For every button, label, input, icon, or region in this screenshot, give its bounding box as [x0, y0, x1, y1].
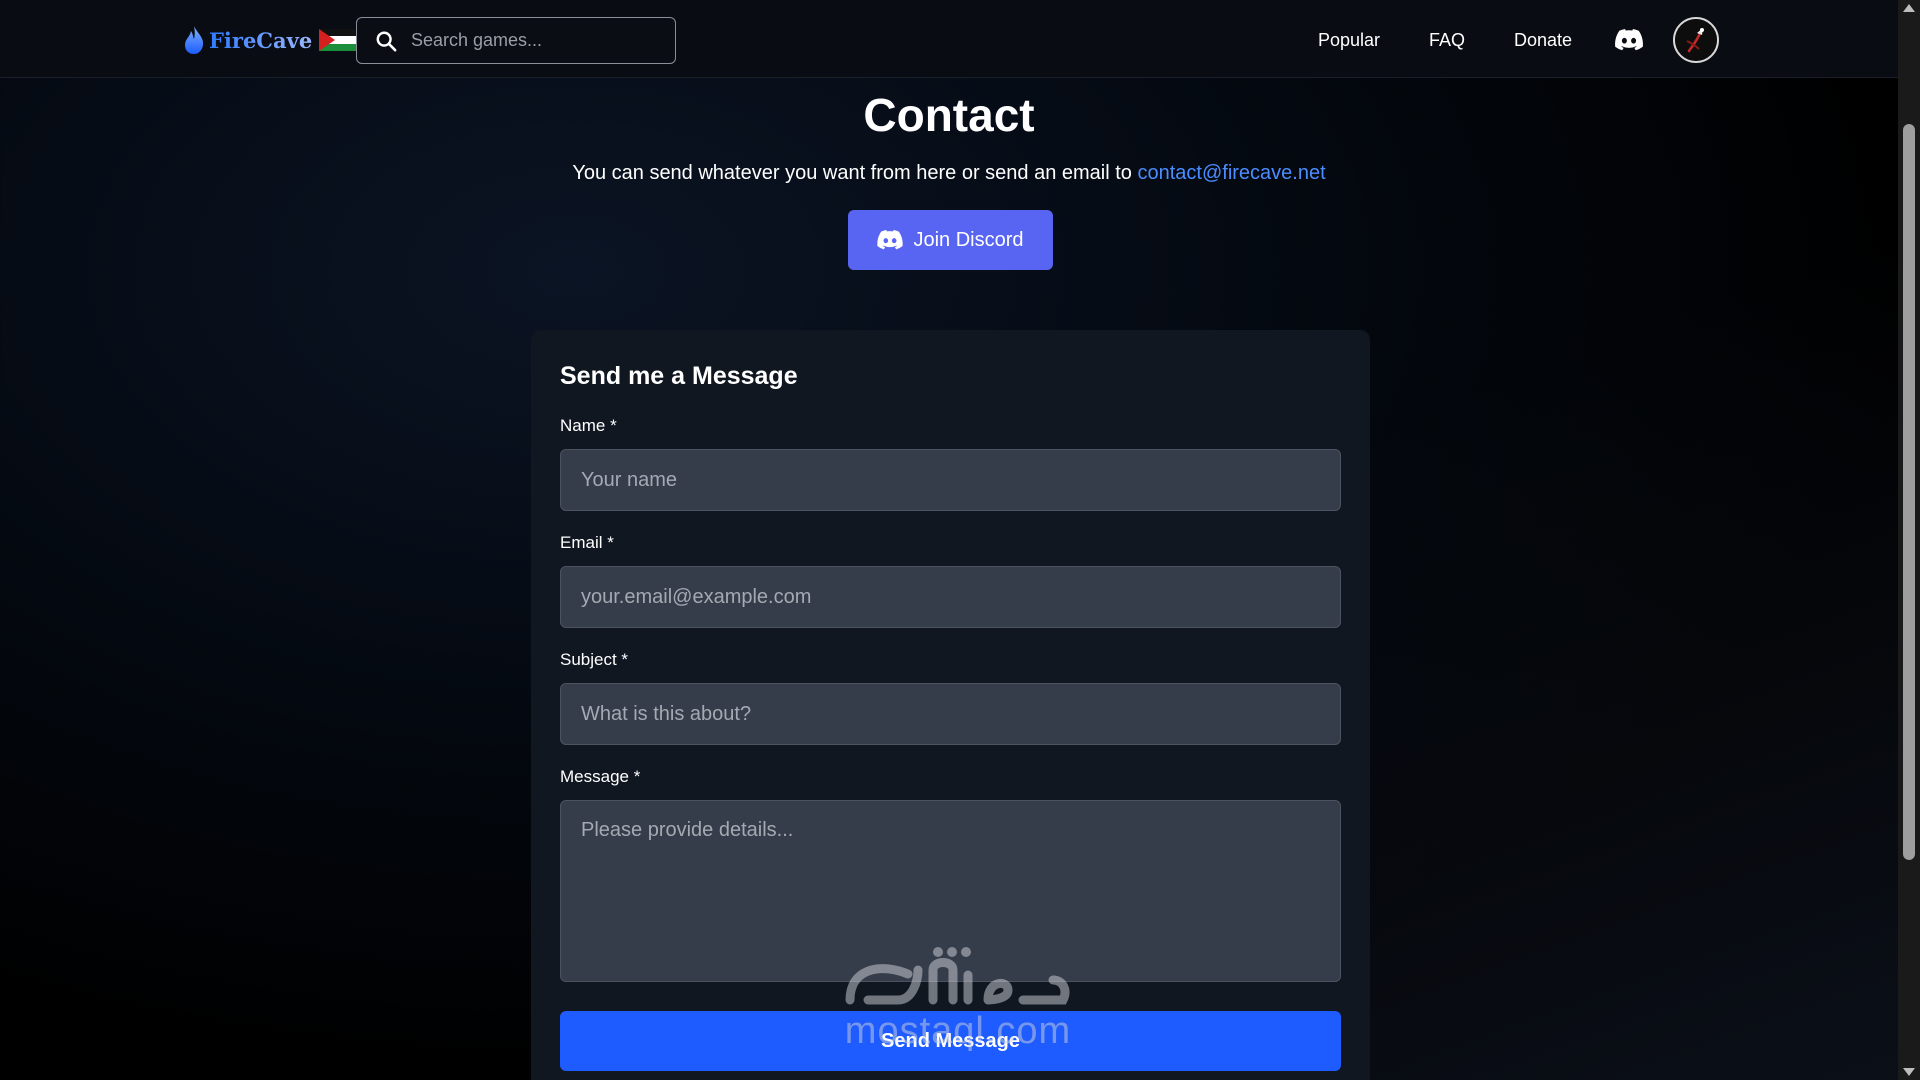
subject-label: Subject * [560, 650, 629, 669]
background-glow [1338, 78, 1898, 1080]
nav-donate[interactable]: Donate [1514, 22, 1572, 58]
join-discord-label: Join Discord [913, 228, 1024, 251]
avatar[interactable] [1673, 17, 1719, 63]
top-navbar: FireCave Popular FAQ Donate [0, 0, 1898, 78]
nav-faq[interactable]: FAQ [1429, 22, 1465, 58]
contact-subtitle: You can send whatever you want from here… [0, 162, 1898, 185]
site-logo[interactable]: FireCave [183, 22, 360, 58]
discord-icon[interactable] [1615, 29, 1643, 51]
nav-popular-link[interactable]: Popular [1318, 30, 1380, 51]
form-title: Send me a Message [560, 362, 798, 390]
message-field[interactable] [560, 800, 1341, 982]
scroll-down-arrow-icon[interactable] [1903, 1068, 1915, 1076]
email-label: Email * [560, 533, 614, 552]
logo-text: FireCave [209, 27, 313, 53]
contact-email-link[interactable]: contact@firecave.net [1137, 162, 1325, 184]
nav-donate-link[interactable]: Donate [1514, 30, 1572, 51]
flame-icon [185, 26, 204, 54]
subtitle-text: You can send whatever you want from here… [572, 162, 1138, 184]
scroll-thumb[interactable] [1903, 124, 1915, 860]
search-icon [376, 31, 397, 51]
email-field[interactable] [560, 566, 1341, 628]
nav-popular[interactable]: Popular [1318, 22, 1380, 58]
scroll-up-arrow-icon[interactable] [1903, 4, 1915, 12]
message-label: Message * [560, 767, 641, 786]
search-box[interactable] [356, 17, 676, 64]
name-field[interactable] [560, 449, 1341, 511]
send-message-button[interactable]: Send Message [560, 1011, 1341, 1071]
palestine-flag-icon [319, 29, 360, 51]
discord-icon [877, 230, 904, 250]
page-title: Contact [863, 89, 1035, 141]
join-discord-button[interactable]: Join Discord [848, 210, 1053, 270]
message-form-card: Send me a Message Name * Email * Subject… [531, 330, 1370, 1080]
nav-faq-link[interactable]: FAQ [1429, 30, 1465, 51]
search-input[interactable] [411, 30, 661, 51]
page-scrollbar[interactable] [1898, 0, 1920, 1080]
name-label: Name * [560, 416, 617, 435]
subject-field[interactable] [560, 683, 1341, 745]
avatar-image [1675, 19, 1717, 61]
